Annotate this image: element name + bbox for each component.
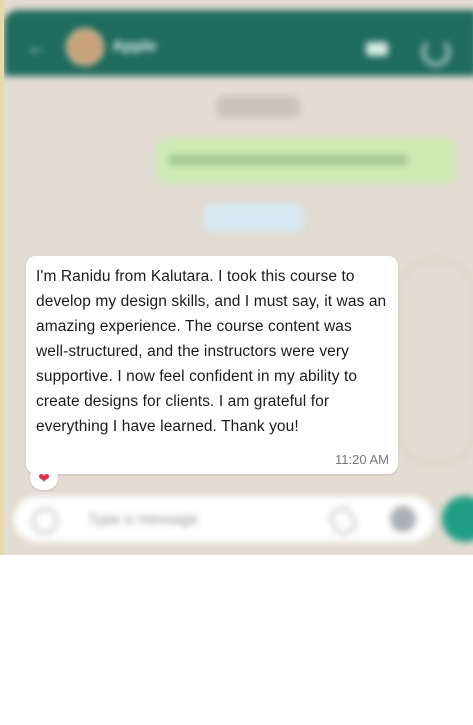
video-call-icon[interactable] (366, 42, 388, 56)
emoji-icon[interactable] (32, 508, 58, 534)
back-arrow-icon[interactable]: ← (26, 34, 48, 60)
system-notice-pill (204, 204, 304, 232)
heart-reaction-icon[interactable]: ❤ (30, 466, 58, 490)
chat-screen: ← Apple I'm Ranidu from Kalutara. I took… (0, 0, 473, 555)
voice-call-icon[interactable] (422, 38, 450, 66)
incoming-message-bubble[interactable]: I'm Ranidu from Kalutara. I took this co… (26, 256, 398, 474)
wallpaper-doodle (399, 260, 473, 464)
message-timestamp: 11:20 AM (335, 452, 389, 467)
attach-icon[interactable] (326, 504, 360, 538)
chat-header: ← Apple (4, 10, 473, 76)
mic-send-button[interactable] (442, 496, 473, 542)
contact-name[interactable]: Apple (112, 38, 182, 55)
camera-icon[interactable] (390, 506, 416, 532)
message-input[interactable]: Type a message (88, 511, 198, 528)
message-composer[interactable]: Type a message (14, 496, 434, 542)
contact-avatar[interactable] (66, 28, 104, 66)
date-separator (216, 96, 300, 118)
message-text: I'm Ranidu from Kalutara. I took this co… (36, 268, 387, 435)
outgoing-message-bubble[interactable] (156, 138, 456, 184)
outgoing-message-text (168, 154, 408, 166)
